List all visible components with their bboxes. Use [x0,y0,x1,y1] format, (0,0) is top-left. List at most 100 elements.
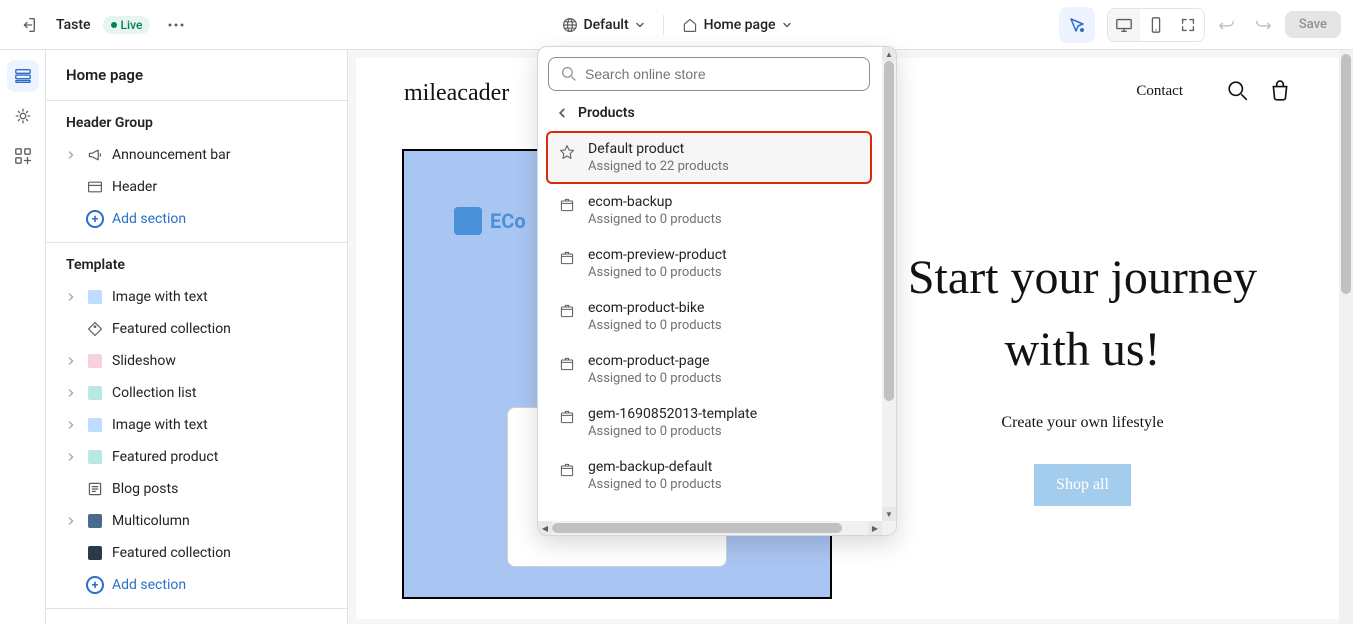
package-icon [558,355,576,373]
template-subtitle: Assigned to 0 products [588,318,722,333]
cart-icon[interactable] [1269,80,1291,102]
sidebar-item-label: Blog posts [112,481,178,497]
package-icon [558,461,576,479]
hero-subtitle: Create your own lifestyle [1001,414,1163,432]
sidebar-item[interactable]: Featured collection [46,537,347,569]
chevron-right-icon [66,356,78,366]
template-subtitle: Assigned to 0 products [588,371,722,386]
add-section-button[interactable]: + Add section [46,569,347,601]
sections-icon [14,67,32,85]
dropdown-scrollbar-y-thumb[interactable] [884,61,894,401]
scroll-down-button[interactable]: ▼ [882,507,896,521]
template-subtitle: Assigned to 0 products [588,424,757,439]
package-icon [558,408,576,426]
canvas-scrollbar-thumb[interactable] [1341,54,1351,294]
chevron-right-icon [66,420,78,430]
sidebar-item[interactable]: Announcement bar [46,139,347,171]
apps-rail-button[interactable] [7,140,39,172]
sq-pink-icon [86,352,104,370]
search-box[interactable] [548,57,870,91]
sidebar-item-label: Header [112,179,157,195]
sidebar-item-label: Featured collection [112,545,231,561]
section-group-title: Template [46,243,347,281]
template-subtitle: Assigned to 0 products [588,477,722,492]
sidebar-item[interactable]: Multicolumn [46,505,347,537]
package-icon [558,196,576,214]
scroll-up-button[interactable]: ▲ [882,47,896,61]
template-item[interactable]: Default productAssigned to 22 products [546,131,872,184]
fullscreen-view-button[interactable] [1172,9,1204,41]
sidebar-item[interactable]: Image with text [46,409,347,441]
sidebar-item[interactable]: Featured collection [46,313,347,345]
search-input[interactable] [585,66,857,82]
breadcrumb-back-button[interactable] [556,107,568,119]
canvas-scrollbar[interactable] [1339,50,1353,624]
desktop-icon [1115,16,1133,34]
desktop-view-button[interactable] [1108,9,1140,41]
page-selector[interactable]: Home page [676,13,798,37]
plus-circle-icon: + [86,576,104,594]
sidebar-item[interactable]: Blog posts [46,473,347,505]
template-item[interactable]: gem-1690852013-templateAssigned to 0 pro… [548,396,870,449]
sections-rail-button[interactable] [7,60,39,92]
undo-icon [1218,16,1236,34]
sidebar-item[interactable]: Image with text [46,281,347,313]
more-button[interactable] [162,11,190,39]
globe-icon [561,17,577,33]
template-item[interactable]: ecom-backupAssigned to 0 products [548,184,870,237]
divider [663,15,664,35]
hero-content: Start your journey with us! Create your … [872,149,1293,599]
sidebar-item-label: Image with text [112,417,208,433]
site-nav: Contact [1136,80,1291,102]
undo-button[interactable] [1213,11,1241,39]
save-button[interactable]: Save [1285,11,1341,38]
hero-cta-button[interactable]: Shop all [1034,464,1131,506]
sidebar-item-label: Multicolumn [112,513,190,529]
fullscreen-icon [1179,16,1197,34]
mobile-view-button[interactable] [1140,9,1172,41]
sidebar-item[interactable]: Header [46,171,347,203]
topbar: Taste Live Default Home page [0,0,1353,50]
sidebar: Home page Header GroupAnnouncement barHe… [46,50,348,624]
dropdown-scrollbar-y[interactable]: ▲ ▼ [882,47,896,521]
breadcrumb: Products [548,91,870,131]
package-icon [558,302,576,320]
scroll-corner [882,521,896,535]
template-item[interactable]: ecom-product-bike Assigned to 0 products [548,290,870,343]
template-item[interactable]: ecom-product-pageAssigned to 0 products [548,343,870,396]
template-item[interactable]: gem-backup-default Assigned to 0 products [548,449,870,502]
settings-rail-button[interactable] [7,100,39,132]
redo-button[interactable] [1249,11,1277,39]
scroll-left-button[interactable]: ◀ [538,521,552,535]
sidebar-item[interactable]: Slideshow [46,345,347,377]
inspector-icon [1067,15,1087,35]
topbar-left: Taste Live [12,9,190,41]
template-name: gem-backup-default [588,459,722,475]
template-name: ecom-preview-product [588,247,727,263]
dropdown-scrollbar-x[interactable]: ◀ ▶ [538,521,882,535]
eco-text: ECo [490,209,526,233]
locale-selector[interactable]: Default [555,13,650,37]
hero-title: Start your journey with us! [872,242,1293,386]
locale-label: Default [583,17,628,33]
exit-button[interactable] [12,9,44,41]
dropdown-scrollbar-x-thumb[interactable] [552,523,842,533]
left-rail [0,50,46,624]
scroll-right-button[interactable]: ▶ [868,521,882,535]
inspector-button[interactable] [1059,7,1095,43]
sidebar-item-label: Featured collection [112,321,231,337]
search-icon[interactable] [1227,80,1249,102]
template-item[interactable]: ecom-preview-productAssigned to 0 produc… [548,237,870,290]
sidebar-item[interactable]: Featured product [46,441,347,473]
template-name: ecom-product-bike [588,300,722,316]
device-group [1107,8,1205,42]
add-section-button[interactable]: +Add section [46,203,347,235]
sq-teal-icon [86,384,104,402]
template-subtitle: Assigned to 0 products [588,212,722,227]
mobile-icon [1147,16,1165,34]
sidebar-item[interactable]: Collection list [46,377,347,409]
nav-contact[interactable]: Contact [1136,83,1183,100]
sq-blue-icon [86,288,104,306]
add-section-label: Add section [112,577,186,593]
plus-circle-icon: + [86,210,104,228]
